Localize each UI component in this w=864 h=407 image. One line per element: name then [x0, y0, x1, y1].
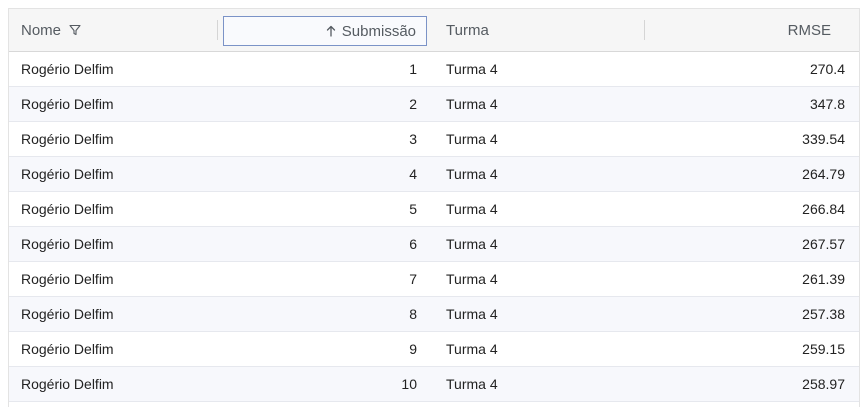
grid-header: Nome Submissão Turma RMSE [9, 9, 859, 52]
filter-icon[interactable] [69, 24, 81, 36]
cell-rmse: 270.4 [809, 61, 845, 77]
table-row[interactable]: Rogério Delfim 7 Turma 4 261.39 [9, 262, 859, 297]
table-row[interactable]: Rogério Delfim 4 Turma 4 264.79 [9, 157, 859, 192]
cell-rmse: 339.54 [802, 131, 845, 147]
cell-nome: Rogério Delfim [21, 306, 114, 322]
cell-rmse: 259.15 [802, 341, 845, 357]
cell-turma: Turma 4 [446, 96, 498, 112]
cell-rmse: 267.57 [802, 236, 845, 252]
cell-submissao: 10 [401, 376, 417, 392]
cell-nome: Rogério Delfim [21, 271, 114, 287]
column-header-rmse-label: RMSE [787, 21, 831, 39]
table-row[interactable]: Rogério Delfim 5 Turma 4 266.84 [9, 192, 859, 227]
cell-rmse: 264.79 [802, 166, 845, 182]
column-header-nome[interactable]: Nome [9, 9, 218, 51]
cell-nome: Rogério Delfim [21, 236, 114, 252]
cell-nome: Rogério Delfim [21, 201, 114, 217]
cell-submissao: 3 [409, 131, 417, 147]
grid-right-border [859, 8, 860, 407]
column-header-nome-label: Nome [21, 21, 62, 39]
data-grid: Nome Submissão Turma RMSE Rogério Delfim [8, 8, 859, 407]
cell-submissao: 5 [409, 201, 417, 217]
table-row[interactable]: Rogério Delfim 3 Turma 4 339.54 [9, 122, 859, 157]
table-row[interactable]: Rogério Delfim 1 Turma 4 270.4 [9, 52, 859, 87]
cell-turma: Turma 4 [446, 236, 498, 252]
column-header-turma[interactable]: Turma [437, 9, 645, 51]
cell-turma: Turma 4 [446, 341, 498, 357]
column-resize-handle[interactable] [217, 20, 218, 40]
cell-turma: Turma 4 [446, 61, 498, 77]
cell-rmse: 258.97 [802, 376, 845, 392]
cell-nome: Rogério Delfim [21, 96, 114, 112]
cell-submissao: 4 [409, 166, 417, 182]
cell-nome: Rogério Delfim [21, 166, 114, 182]
cell-rmse: 347.8 [809, 96, 845, 112]
cell-rmse: 257.38 [802, 306, 845, 322]
cell-turma: Turma 4 [446, 131, 498, 147]
cell-nome: Rogério Delfim [21, 341, 114, 357]
column-header-rmse[interactable]: RMSE [645, 9, 859, 51]
table-row[interactable]: Rogério Delfim 10 Turma 4 258.97 [9, 367, 859, 402]
cell-rmse: 261.39 [802, 271, 845, 287]
cell-turma: Turma 4 [446, 201, 498, 217]
cell-submissao: 8 [409, 306, 417, 322]
cell-nome: Rogério Delfim [21, 131, 114, 147]
table-row[interactable]: Rogério Delfim 2 Turma 4 347.8 [9, 87, 859, 122]
table-row[interactable]: Rogério Delfim 6 Turma 4 267.57 [9, 227, 859, 262]
cell-turma: Turma 4 [446, 376, 498, 392]
column-header-submissao-label: Submissão [341, 22, 416, 40]
cell-rmse: 266.84 [802, 201, 845, 217]
cell-nome: Rogério Delfim [21, 61, 114, 77]
cell-turma: Turma 4 [446, 271, 498, 287]
column-header-turma-label: Turma [446, 21, 489, 39]
cell-submissao: 6 [409, 236, 417, 252]
cell-submissao: 2 [409, 96, 417, 112]
cell-submissao: 7 [409, 271, 417, 287]
cell-turma: Turma 4 [446, 306, 498, 322]
cell-turma: Turma 4 [446, 166, 498, 182]
table-row[interactable]: Rogério Delfim 8 Turma 4 257.38 [9, 297, 859, 332]
column-header-submissao[interactable]: Submissão [223, 16, 427, 46]
cell-submissao: 1 [409, 61, 417, 77]
cell-nome: Rogério Delfim [21, 376, 114, 392]
arrow-up-icon [326, 25, 336, 37]
cell-submissao: 9 [409, 341, 417, 357]
table-row[interactable]: Rogério Delfim 9 Turma 4 259.15 [9, 332, 859, 367]
